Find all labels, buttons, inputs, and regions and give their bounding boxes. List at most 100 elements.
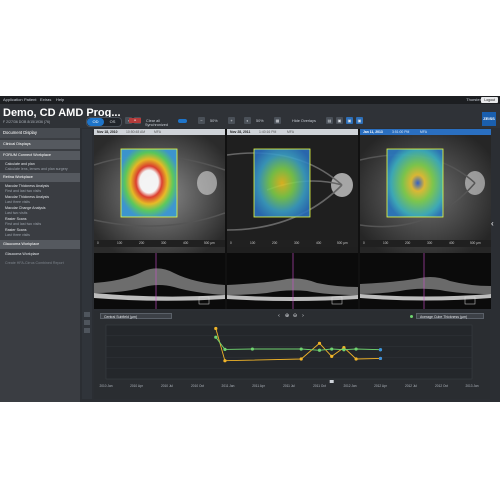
data-point[interactable] <box>250 347 254 351</box>
trend-plot[interactable]: 2010 Jan 2010 Apr 2010 Jul 2010 Oct 2011 Jan… <box>94 321 490 399</box>
sync-toggle[interactable] <box>178 119 187 123</box>
zeiss-logo: ZEISS <box>482 112 496 126</box>
table-tool-icon[interactable] <box>84 320 90 325</box>
layout-icon[interactable]: ▦ <box>274 117 281 124</box>
data-point[interactable] <box>223 359 227 363</box>
data-point[interactable] <box>214 326 218 331</box>
menu-extras[interactable]: Extras <box>40 96 51 104</box>
oct-bscan[interactable] <box>94 253 225 309</box>
data-point[interactable] <box>378 356 383 361</box>
right-metric-select[interactable]: Average Cube Thickness (µm) <box>416 313 484 319</box>
menu-application[interactable]: Application <box>3 96 23 104</box>
x-tick-label: 2010 Apr <box>130 384 144 388</box>
ruler-tick: 300 <box>161 241 167 245</box>
grid-icon[interactable]: ▤ <box>326 117 333 124</box>
ruler-tick: 0 <box>97 241 99 245</box>
patient-header: Demo, CD AMD Prog... F 2/27/36 DOB 8/15/… <box>0 104 500 128</box>
hide-overlays-button[interactable]: Hide Overlays <box>292 117 316 125</box>
sidebar-item-hfa-report[interactable]: Create HFA-Cirrus Combined Report <box>5 261 79 266</box>
exam-panel-1[interactable]: Nov 18, 2010 10:50:48 AM MFA 0 100 200 3… <box>94 129 225 309</box>
zoom-level-2[interactable]: 50% <box>256 117 264 125</box>
data-point[interactable] <box>354 347 358 351</box>
zoom-level-1[interactable]: 50% <box>210 117 218 125</box>
data-point[interactable] <box>299 347 303 351</box>
zoom-out-icon[interactable]: − <box>198 117 205 124</box>
tool-strip <box>82 129 92 399</box>
chart-prev-icon[interactable]: ‹ <box>276 313 282 319</box>
sidebar-title: Document Display <box>0 128 80 138</box>
expand-panel-icon[interactable]: ‹ <box>491 219 494 229</box>
data-point[interactable] <box>330 354 334 358</box>
data-point[interactable] <box>299 357 303 361</box>
sidebar-item-mca[interactable]: Macular Change Analysis Last two visits <box>5 206 79 215</box>
chart-zoom-in-icon[interactable]: ⊕ <box>284 313 290 319</box>
data-point[interactable] <box>317 341 322 345</box>
color-map-icon[interactable]: ▣ <box>356 117 363 124</box>
chart-next-icon[interactable]: › <box>300 313 306 319</box>
oct-bscan[interactable] <box>360 253 491 309</box>
export-tool-icon[interactable] <box>84 328 90 333</box>
ruler-tick: 400 <box>183 241 189 245</box>
sidebar-section-glaucoma[interactable]: Glaucoma Workplace <box>0 240 80 249</box>
ruler-tick: 200 <box>405 241 411 245</box>
sidebar-section-retina[interactable]: Retina Workplace <box>0 173 80 182</box>
x-tick-label: 2011 Jul <box>283 384 295 388</box>
ruler-tick: 500 µm <box>337 241 348 245</box>
x-tick-label: 2012 Apr <box>374 384 388 388</box>
sidebar-section-clinical[interactable]: Clinical Displays <box>0 140 80 149</box>
sidebar-item-mta-last-three[interactable]: Macular Thickness Analysis Last three vi… <box>5 195 79 204</box>
ruler-tick: 100 <box>383 241 389 245</box>
x-tick-label: 2013 Jan <box>465 384 478 388</box>
eye-selector[interactable]: OD OS <box>86 117 122 127</box>
data-point[interactable] <box>378 348 383 352</box>
synchronized-label: Synchronized <box>145 123 169 127</box>
trend-chart: Central Subfield (µm) ‹ ⊕ ⊖ › Average Cu… <box>94 311 490 399</box>
ruler-tick: 300 <box>294 241 300 245</box>
thickness-map-icon[interactable]: ▣ <box>346 117 353 124</box>
application-window: Application Patient Extras Help Thorsten… <box>0 96 500 402</box>
zoom-in-icon[interactable]: + <box>228 117 235 124</box>
x-tick-label: 2010 Oct <box>191 384 204 388</box>
image-viewer: Nov 18, 2010 10:50:48 AM MFA 0 100 200 3… <box>94 129 491 309</box>
plot-area <box>105 324 473 380</box>
sidebar-item-raster-first-last[interactable]: Raster Scans First and last two visits <box>5 217 79 226</box>
ruler-tick: 100 <box>250 241 256 245</box>
sidebar-item-glaucoma[interactable]: Glaucoma Workplace <box>5 252 79 257</box>
time-marker[interactable] <box>329 380 334 383</box>
ruler-tick: 200 <box>272 241 278 245</box>
menu-patient[interactable]: Patient <box>24 96 36 104</box>
ruler-tick: 400 <box>316 241 322 245</box>
od-button[interactable]: OD <box>87 118 104 126</box>
fundus-thickness-map[interactable] <box>360 135 491 253</box>
x-tick-label: 2012 Jul <box>405 384 417 388</box>
fundus-thickness-map[interactable] <box>94 135 225 253</box>
x-tick-label: 2012 Jan <box>343 384 356 388</box>
sidebar-item-calculate[interactable]: Calculate and plan Calculate lens, lense… <box>5 162 79 171</box>
ruler-tick: 500 µm <box>204 241 215 245</box>
logout-button[interactable]: Logout <box>481 97 498 103</box>
x-tick-label: 2010 Jan <box>99 384 112 388</box>
record-icon[interactable]: ● <box>129 118 141 123</box>
patient-subtitle: F 2/27/36 DOB 8/15/1936 (76) <box>3 120 51 124</box>
sidebar-section-forum[interactable]: FORUM Connect Workplace <box>0 151 80 160</box>
contrast-icon[interactable]: ◐ <box>244 117 251 124</box>
chart-tool-icon[interactable] <box>84 312 90 317</box>
sidebar-item-raster-last-three[interactable]: Raster Scans Last three visits <box>5 228 79 237</box>
data-point[interactable] <box>214 335 218 339</box>
menu-help[interactable]: Help <box>56 96 64 104</box>
sidebar-item-mta-first-last[interactable]: Macular Thickness Analysis First and las… <box>5 184 79 193</box>
left-metric-select[interactable]: Central Subfield (µm) <box>100 313 172 319</box>
chart-zoom-out-icon[interactable]: ⊖ <box>292 313 298 319</box>
data-point[interactable] <box>223 347 227 351</box>
ruler-tick: 100 <box>117 241 123 245</box>
exam-panel-3[interactable]: Jan 11, 2013 3:51:00 PM MFA 0 100 200 30… <box>360 129 491 309</box>
oct-bscan[interactable] <box>227 253 358 309</box>
map-icon[interactable]: ▣ <box>336 117 343 124</box>
exam-panel-2[interactable]: Nov 28, 2011 1:40:16 PM MFA 0 100 200 30… <box>227 129 358 309</box>
os-button[interactable]: OS <box>104 118 121 126</box>
data-point[interactable] <box>342 348 346 352</box>
data-point[interactable] <box>354 357 358 361</box>
data-point[interactable] <box>317 348 322 352</box>
data-point[interactable] <box>330 347 334 351</box>
fundus-thickness-map[interactable] <box>227 135 358 253</box>
